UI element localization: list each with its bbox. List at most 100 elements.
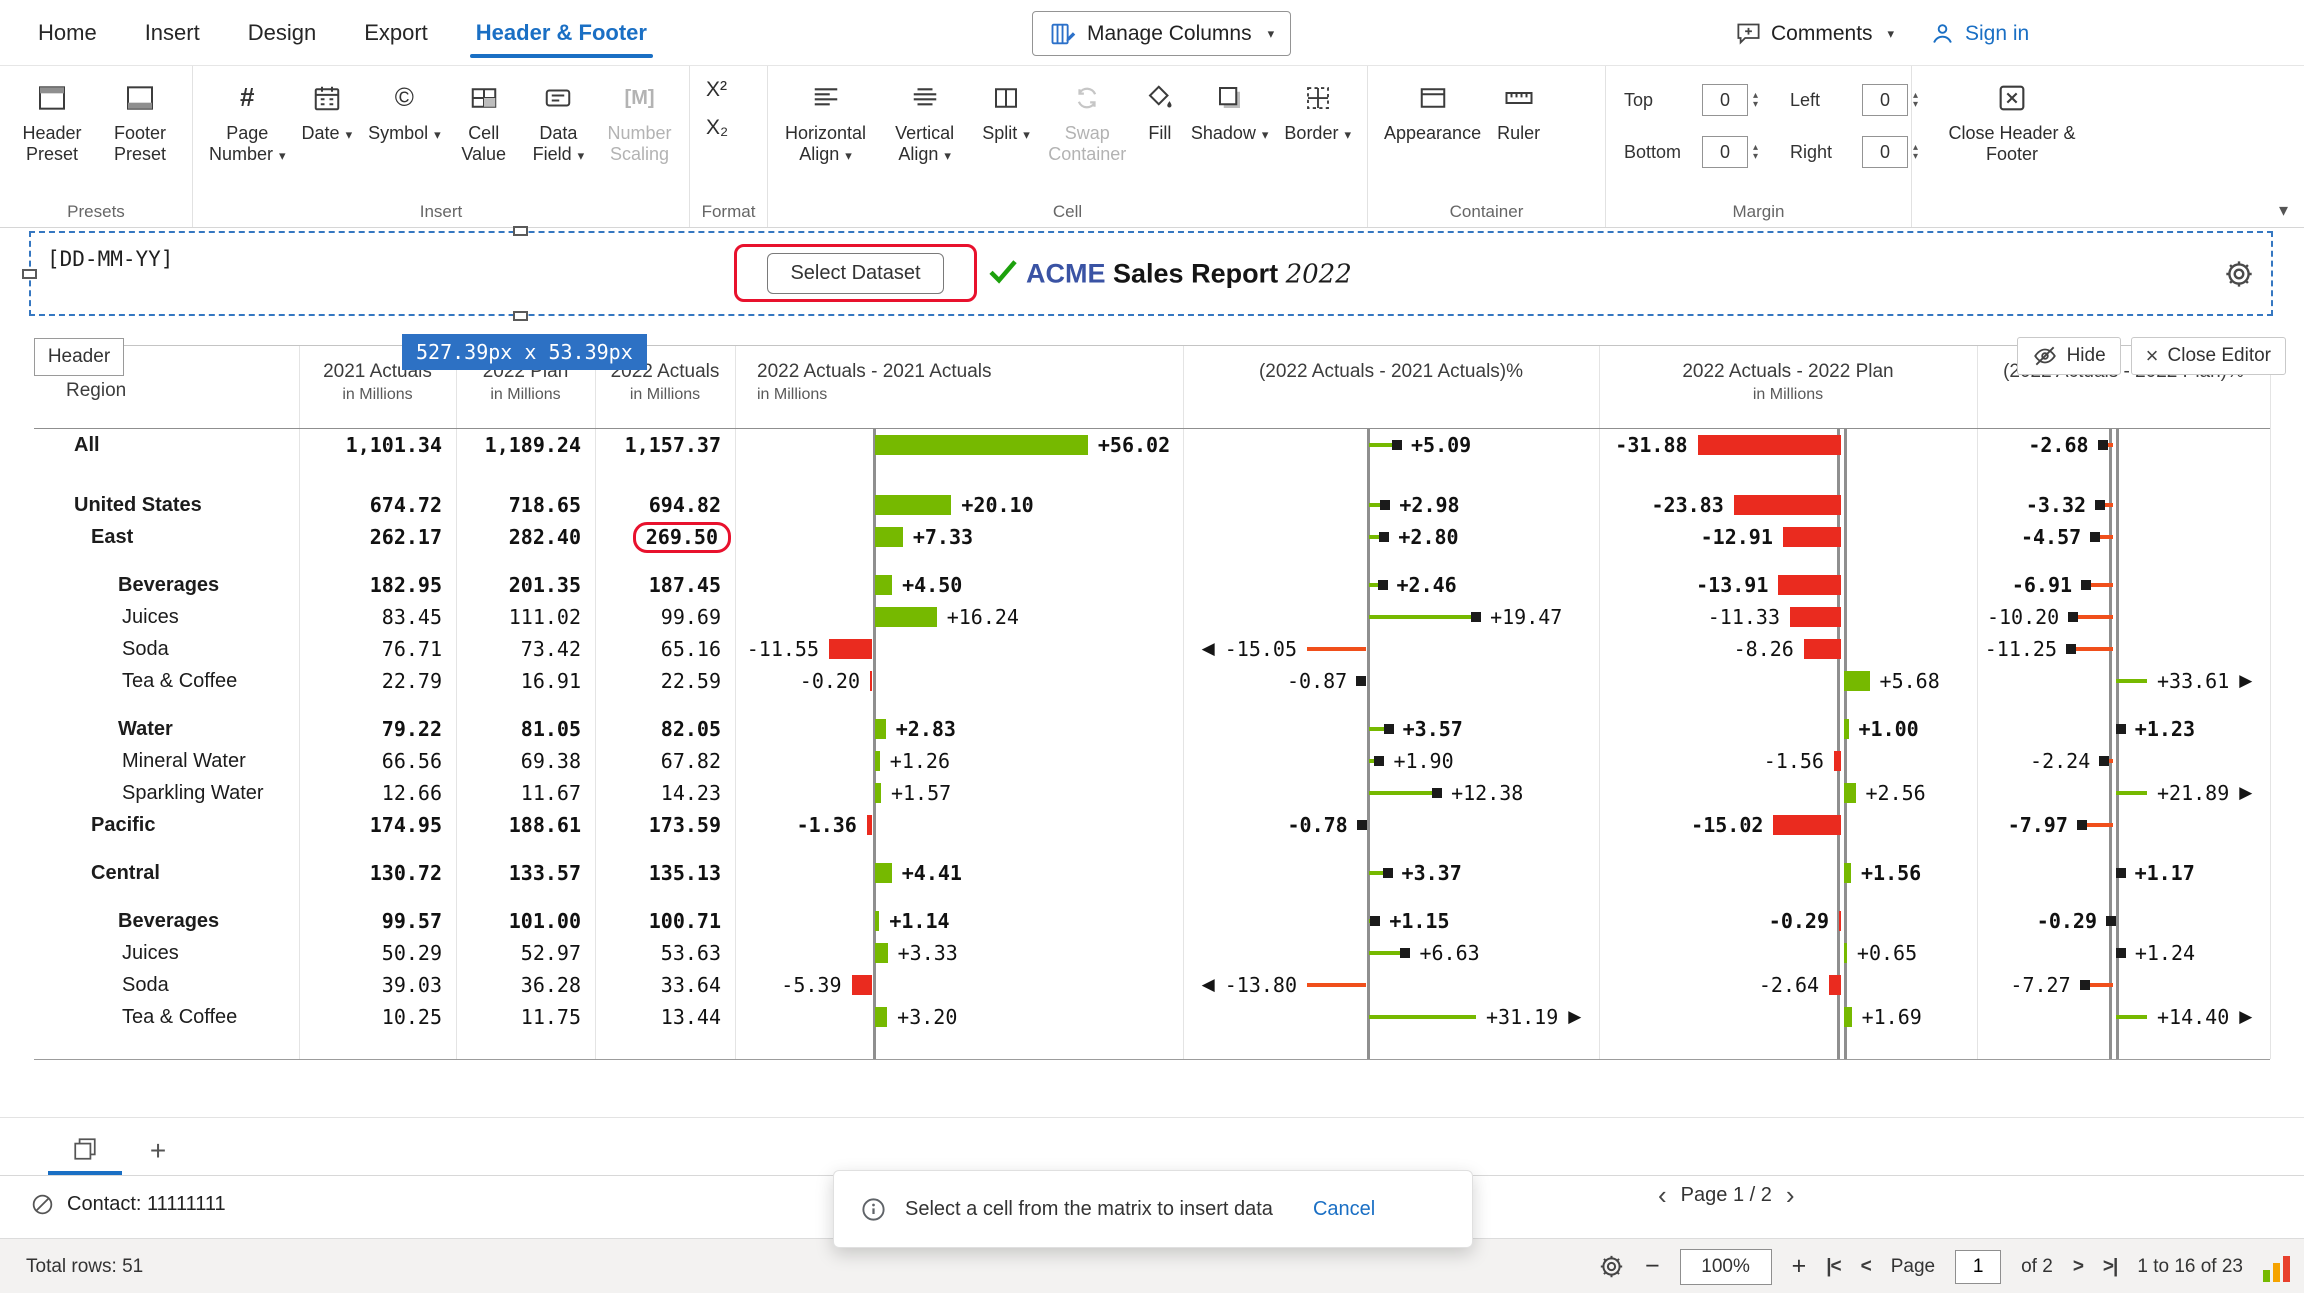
row-header-cell[interactable]: Beverages — [34, 905, 299, 937]
value-cell[interactable]: 133.57 — [456, 857, 595, 889]
value-cell[interactable]: 22.59 — [595, 665, 735, 697]
value-cell[interactable]: 82.05 — [595, 713, 735, 745]
close-editor-button[interactable]: × Close Editor — [2131, 337, 2286, 375]
chart-cell[interactable]: -0.87 — [1183, 665, 1599, 697]
chart-cell[interactable]: +56.02 — [735, 429, 1183, 461]
value-cell[interactable]: 79.22 — [299, 713, 456, 745]
chart-cell[interactable]: +2.46 — [1183, 569, 1599, 601]
chart-cell[interactable]: -10.20 — [1977, 601, 2270, 633]
value-cell[interactable]: 718.65 — [456, 489, 595, 521]
chart-cell[interactable]: -4.57 — [1977, 521, 2270, 553]
value-cell[interactable]: 100.71 — [595, 905, 735, 937]
report-title[interactable]: ACME Sales Report 2022 — [1026, 258, 1352, 289]
value-cell[interactable]: 201.35 — [456, 569, 595, 601]
row-header-cell[interactable]: Sparkling Water — [34, 777, 299, 809]
chart-cell[interactable]: -11.25 — [1977, 633, 2270, 665]
chart-cell[interactable]: +2.98 — [1183, 489, 1599, 521]
chart-cell[interactable]: +5.09 — [1183, 429, 1599, 461]
value-cell[interactable]: 11.75 — [456, 1001, 595, 1033]
value-cell[interactable]: 10.25 — [299, 1001, 456, 1033]
zoom-level[interactable]: 100% — [1680, 1249, 1772, 1285]
chart-cell[interactable]: +31.19▶ — [1183, 1001, 1599, 1033]
value-cell[interactable]: 53.63 — [595, 937, 735, 969]
first-page-button[interactable]: |< — [1826, 1256, 1840, 1278]
chart-cell[interactable]: +1.24 — [1977, 937, 2270, 969]
zoom-out-button[interactable]: − — [1645, 1252, 1660, 1281]
value-cell[interactable]: 69.38 — [456, 745, 595, 777]
row-header-cell[interactable]: All — [34, 429, 299, 461]
date-button[interactable]: Date▾ — [296, 74, 359, 148]
row-header-cell[interactable]: Juices — [34, 601, 299, 633]
split-button[interactable]: Split▾ — [976, 74, 1036, 148]
value-cell[interactable]: 187.45 — [595, 569, 735, 601]
vertical-align-button[interactable]: Vertical Align▾ — [877, 74, 972, 168]
chart-cell[interactable]: +1.69 — [1599, 1001, 1977, 1033]
chart-cell[interactable]: -23.83 — [1599, 489, 1977, 521]
value-cell[interactable]: 135.13 — [595, 857, 735, 889]
chart-cell[interactable]: -2.64 — [1599, 969, 1977, 1001]
close-header-footer-button[interactable]: Close Header & Footer — [1927, 74, 2097, 168]
zoom-in-button[interactable]: + — [1792, 1252, 1807, 1281]
chart-cell[interactable]: +16.24 — [735, 601, 1183, 633]
chart-cell[interactable]: +1.56 — [1599, 857, 1977, 889]
chart-cell[interactable]: +14.40▶ — [1977, 1001, 2270, 1033]
value-cell[interactable]: 11.67 — [456, 777, 595, 809]
swap-container-button[interactable]: Swap Container — [1040, 74, 1135, 168]
manage-columns-button[interactable]: Manage Columns ▾ — [1032, 11, 1291, 56]
value-cell[interactable]: 16.91 — [456, 665, 595, 697]
chart-cell[interactable]: -11.55 — [735, 633, 1183, 665]
resize-handle-left[interactable] — [22, 269, 37, 279]
value-cell[interactable]: 22.79 — [299, 665, 456, 697]
value-cell[interactable]: 76.71 — [299, 633, 456, 665]
value-cell[interactable]: 694.82 — [595, 489, 735, 521]
chart-cell[interactable]: +33.61▶ — [1977, 665, 2270, 697]
chart-cell[interactable]: +1.14 — [735, 905, 1183, 937]
value-cell[interactable]: 282.40 — [456, 521, 595, 553]
resize-handle-bottom[interactable] — [513, 311, 528, 321]
chart-cell[interactable]: +21.89▶ — [1977, 777, 2270, 809]
margin-right-input[interactable]: 0 — [1862, 136, 1908, 168]
chart-cell[interactable]: +6.63 — [1183, 937, 1599, 969]
horizontal-align-button[interactable]: Horizontal Align▾ — [778, 74, 873, 168]
chart-cell[interactable]: +1.17 — [1977, 857, 2270, 889]
column-header-variance-pct[interactable]: (2022 Actuals - 2021 Actuals)% — [1183, 346, 1599, 428]
header-preset-button[interactable]: Header Preset — [10, 74, 94, 168]
chart-cell[interactable]: -7.27 — [1977, 969, 2270, 1001]
tab-header-footer[interactable]: Header & Footer — [466, 0, 657, 65]
chart-cell[interactable]: -1.56 — [1599, 745, 1977, 777]
date-placeholder-field[interactable]: [DD-MM-YY] — [47, 247, 173, 271]
value-cell[interactable]: 101.00 — [456, 905, 595, 937]
last-page-button[interactable]: >| — [2103, 1256, 2117, 1278]
row-header-cell[interactable]: Mineral Water — [34, 745, 299, 777]
row-header-cell[interactable]: Central — [34, 857, 299, 889]
row-header-cell[interactable]: United States — [34, 489, 299, 521]
subscript-button[interactable]: X₂ — [706, 116, 767, 140]
header-settings-gear-icon[interactable] — [2223, 258, 2255, 290]
footer-preset-button[interactable]: Footer Preset — [98, 74, 182, 168]
value-cell[interactable]: 1,189.24 — [456, 429, 595, 461]
chart-cell[interactable]: -8.26 — [1599, 633, 1977, 665]
chart-cell[interactable]: -0.29 — [1599, 905, 1977, 937]
value-cell[interactable]: 188.61 — [456, 809, 595, 841]
value-cell[interactable]: 66.56 — [299, 745, 456, 777]
value-cell[interactable]: 1,157.37 — [595, 429, 735, 461]
value-cell[interactable]: 99.57 — [299, 905, 456, 937]
row-header-cell[interactable]: Tea & Coffee — [34, 665, 299, 697]
row-header-cell[interactable]: East — [34, 521, 299, 553]
chart-cell[interactable]: -7.97 — [1977, 809, 2270, 841]
value-cell[interactable]: 39.03 — [299, 969, 456, 1001]
value-cell[interactable]: 174.95 — [299, 809, 456, 841]
chart-cell[interactable]: -2.68 — [1977, 429, 2270, 461]
hide-button[interactable]: Hide — [2017, 337, 2121, 375]
row-header-cell[interactable]: Beverages — [34, 569, 299, 601]
superscript-button[interactable]: X² — [706, 78, 767, 102]
margin-top-input[interactable]: 0 — [1702, 84, 1748, 116]
value-cell[interactable]: 173.59 — [595, 809, 735, 841]
next-page-icon[interactable]: › — [1786, 1182, 1795, 1208]
add-sheet-button[interactable]: + — [138, 1132, 178, 1170]
row-header-cell[interactable]: Soda — [34, 633, 299, 665]
chart-cell[interactable]: -11.33 — [1599, 601, 1977, 633]
value-cell[interactable]: 12.66 — [299, 777, 456, 809]
comments-button[interactable]: Comments ▾ — [1735, 11, 1894, 56]
margin-bottom-input[interactable]: 0 — [1702, 136, 1748, 168]
